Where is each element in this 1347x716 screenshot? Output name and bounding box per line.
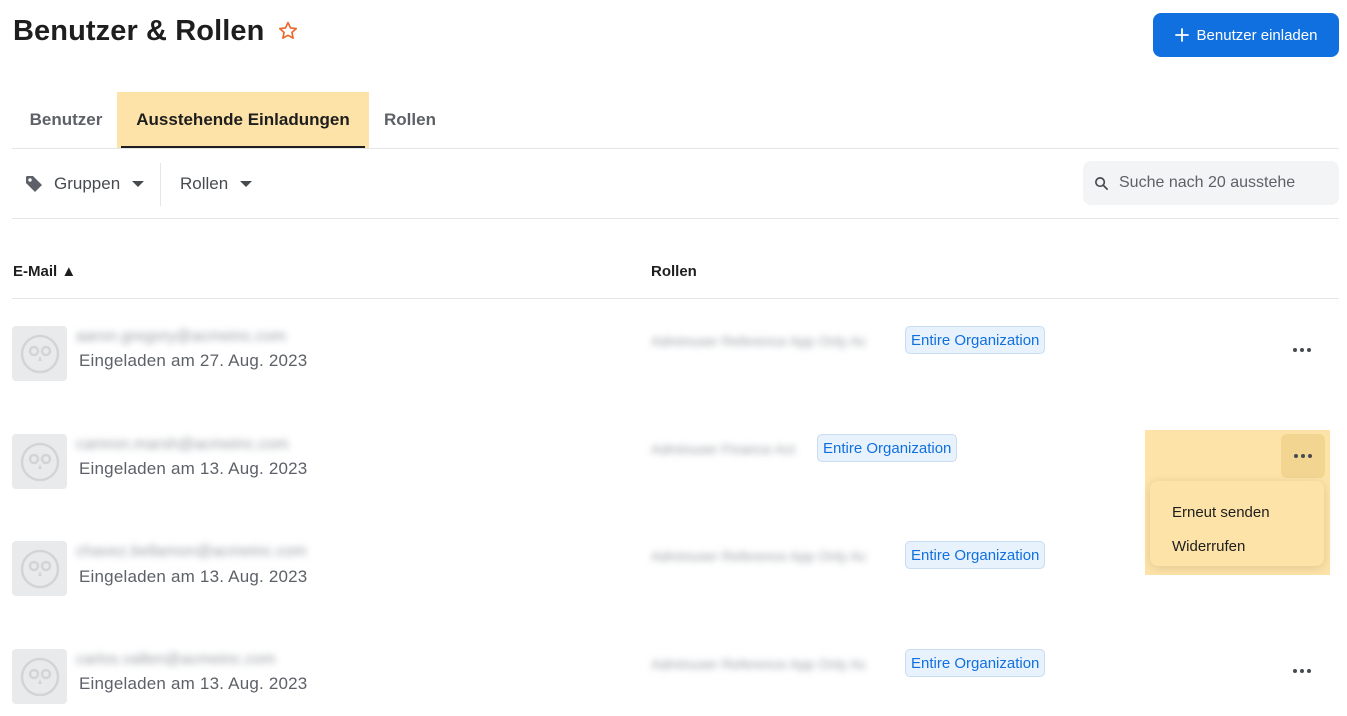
invited-date: Eingeladen am 13. Aug. 2023 (79, 567, 308, 586)
scope-badge: Entire Organization (905, 541, 1046, 569)
owl-placeholder-icon (20, 334, 59, 373)
more-dots-icon (1300, 669, 1304, 673)
scope-badge: Entire Organization (905, 326, 1046, 354)
invitee-email: aaron.gregory@acmeinc.com (76, 328, 287, 345)
table-row: aaron.gregory@acmeinc.com Eingeladen am … (12, 326, 1339, 426)
more-dots-icon (1308, 454, 1312, 458)
tab-bar: Benutzer Ausstehende Einladungen Rollen (12, 92, 1339, 149)
more-dots-icon (1293, 348, 1297, 352)
more-actions-button[interactable] (1280, 328, 1324, 372)
table-row: carlos.vallen@acmeinc.com Eingeladen am … (12, 649, 1339, 716)
avatar (12, 326, 67, 381)
invite-user-label: Benutzer einladen (1196, 26, 1318, 44)
roles-column-header: Rollen (651, 263, 697, 280)
active-tab-indicator (121, 146, 365, 148)
revoke-invitation-menu-item[interactable]: Widerrufen (1150, 529, 1324, 563)
page-title: Benutzer & Rollen (13, 15, 265, 47)
groups-filter-dropdown[interactable]: Gruppen (24, 149, 145, 219)
roles-filter-dropdown[interactable]: Rollen (180, 149, 253, 219)
role-names: Adminuser Reference App Only Ac (651, 333, 867, 349)
more-dots-icon (1293, 669, 1297, 673)
filter-bar: Gruppen Rollen (12, 149, 1339, 219)
tag-icon (26, 176, 42, 192)
chevron-down-icon (240, 181, 253, 187)
more-dots-icon (1294, 454, 1298, 458)
more-dots-icon (1300, 348, 1304, 352)
role-names: Adminuser Reference App Only Ac (651, 548, 867, 564)
tab-pending-invitations-label: Ausstehende Einladungen (136, 110, 350, 129)
plus-icon (1174, 28, 1189, 42)
more-dots-icon (1307, 669, 1311, 673)
chevron-down-icon (132, 181, 145, 187)
resend-invitation-menu-item[interactable]: Erneut senden (1150, 495, 1324, 529)
scope-badge: Entire Organization (817, 434, 958, 462)
table-row: camron.marsh@acmeinc.com Eingeladen am 1… (12, 434, 1339, 534)
more-actions-button[interactable] (1280, 649, 1324, 693)
owl-placeholder-icon (20, 657, 59, 696)
role-names: Adminuser Reference App Only Ac (651, 656, 867, 672)
tab-users[interactable]: Benutzer (12, 92, 120, 148)
row-actions-menu: Erneut senden Widerrufen (1150, 481, 1324, 566)
table-row: chavez.bellamon@acmeinc.com Eingeladen a… (12, 541, 1339, 641)
avatar (12, 541, 67, 596)
scope-badge: Entire Organization (905, 649, 1046, 677)
invitee-email: carlos.vallen@acmeinc.com (76, 651, 276, 668)
search-icon (1095, 176, 1108, 190)
invitee-email: camron.marsh@acmeinc.com (76, 436, 289, 453)
star-icon[interactable] (277, 20, 299, 42)
more-actions-button[interactable] (1281, 434, 1325, 478)
roles-filter-label: Rollen (180, 174, 229, 193)
invited-date: Eingeladen am 13. Aug. 2023 (79, 459, 308, 478)
search-input[interactable] (1119, 174, 1339, 192)
more-dots-icon (1307, 348, 1311, 352)
invite-user-button[interactable]: Benutzer einladen (1153, 13, 1339, 57)
owl-placeholder-icon (20, 442, 59, 481)
invitee-email: chavez.bellamon@acmeinc.com (76, 543, 307, 560)
more-dots-icon (1301, 454, 1305, 458)
tab-roles[interactable]: Rollen (369, 92, 451, 148)
search-box[interactable] (1083, 161, 1339, 205)
header-divider (12, 298, 1339, 299)
role-names: Adminuser Finance Act (651, 441, 795, 457)
invited-date: Eingeladen am 27. Aug. 2023 (79, 351, 308, 370)
invited-date: Eingeladen am 13. Aug. 2023 (79, 674, 308, 693)
avatar (12, 649, 67, 704)
groups-filter-label: Gruppen (54, 174, 121, 193)
email-column-header[interactable]: E-Mail ▲ (13, 263, 76, 280)
tab-pending-invitations[interactable]: Ausstehende Einladungen (117, 92, 369, 148)
filter-divider (160, 163, 161, 206)
avatar (12, 434, 67, 489)
owl-placeholder-icon (20, 549, 59, 588)
